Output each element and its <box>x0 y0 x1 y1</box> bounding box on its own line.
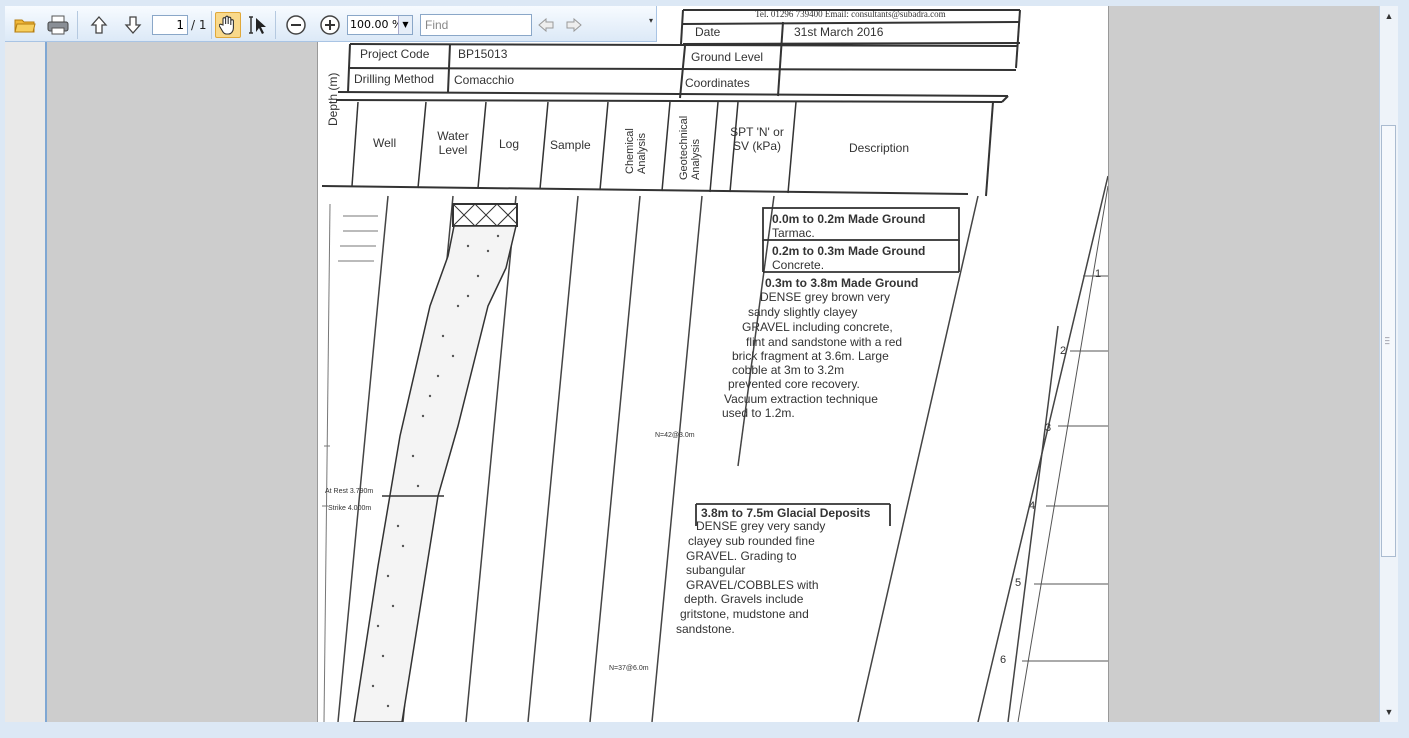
zoom-select[interactable]: 100.00 % ▼ <box>347 15 413 35</box>
stratum-4-line: gritstone, mudstone and <box>680 607 809 621</box>
project-code-value: BP15013 <box>458 47 508 61</box>
stratum-4-line: GRAVEL. Grading to <box>686 549 797 563</box>
stratum-2-text: Concrete. <box>772 258 825 272</box>
drilling-method-label: Drilling Method <box>354 72 435 86</box>
previous-page-icon[interactable] <box>86 12 112 38</box>
stratum-3-line: GRAVEL including concrete, <box>742 320 893 334</box>
zoom-in-icon[interactable] <box>317 12 343 38</box>
stratum-3-line: cobble at 3m to 3.2m <box>732 363 845 377</box>
col-depth: Depth (m) <box>326 72 340 126</box>
stratum-3-line: brick fragment at 3.6m. Large <box>732 349 889 363</box>
scroll-up-icon[interactable]: ▲ <box>1380 8 1398 24</box>
sidebar-panel[interactable] <box>5 42 47 722</box>
pdf-toolbar: 1 / 1 100.00 % ▼ Find ▾ <box>5 6 657 42</box>
grip-icon: ‒ ‒ ‒ <box>1385 333 1390 348</box>
contact-line: Tel. 01296 739400 Email: consultants@sub… <box>755 9 946 19</box>
depth-marker: 6 <box>1000 654 1007 666</box>
select-text-icon[interactable] <box>245 12 271 38</box>
date-label: Date <box>695 25 721 39</box>
coordinates-label: Coordinates <box>685 76 750 90</box>
col-log: Log <box>499 137 520 151</box>
zoom-value: 100.00 % <box>350 18 403 31</box>
find-previous-icon[interactable] <box>533 12 559 38</box>
stratum-3-title: 0.3m to 3.8m Made Ground <box>765 276 919 290</box>
stratum-3-line: DENSE grey brown very <box>760 290 891 304</box>
depth-marker: 4 <box>1029 500 1036 512</box>
stratum-4-line: GRAVEL/COBBLES with <box>686 578 819 592</box>
depth-marker: 1 <box>1095 268 1102 280</box>
stratum-3-line: Vacuum extraction technique <box>724 392 878 406</box>
stratum-4-line: sandstone. <box>676 622 735 636</box>
stratum-3-line: prevented core recovery. <box>728 377 860 391</box>
depth-marker: 2 <box>1060 345 1067 357</box>
spt-value: N=42@3.0m <box>655 432 695 439</box>
stratum-4-line: subangular <box>686 563 746 577</box>
col-water-level: Water Level <box>437 129 469 157</box>
print-icon[interactable] <box>45 12 71 38</box>
hand-tool-icon[interactable] <box>215 12 241 38</box>
toolbar-overflow-icon[interactable]: ▾ <box>649 16 657 42</box>
depth-marker: 5 <box>1015 577 1022 589</box>
scroll-down-icon[interactable]: ▼ <box>1380 704 1398 720</box>
col-geotechnical-analysis: Geotechnical Analysis <box>678 115 702 180</box>
date-value: 31st March 2016 <box>794 25 884 39</box>
stratum-4-title: 3.8m to 7.5m Glacial Deposits <box>701 506 871 520</box>
stratum-3-line: used to 1.2m. <box>722 406 795 420</box>
ground-level-label: Ground Level <box>691 50 764 64</box>
zoom-out-icon[interactable] <box>283 12 309 38</box>
stratum-1-text: Tarmac. <box>772 226 815 240</box>
stratum-4-line: depth. Gravels include <box>684 592 804 606</box>
find-next-icon[interactable] <box>561 12 587 38</box>
stratum-4-line: DENSE grey very sandy <box>696 519 826 533</box>
water-note: At Rest 3.790m <box>325 488 374 495</box>
stratum-3-line: sandy slightly clayey <box>748 305 858 319</box>
col-sample: Sample <box>550 138 591 152</box>
scroll-thumb[interactable]: ‒ ‒ ‒ <box>1381 125 1396 557</box>
drilling-method-value: Comacchio <box>454 73 515 87</box>
stratum-2-title: 0.2m to 0.3m Made Ground <box>772 244 926 258</box>
stratum-1-title: 0.0m to 0.2m Made Ground <box>772 212 926 226</box>
col-spt: SPT 'N' or SV (kPa) <box>730 125 784 153</box>
col-chemical-analysis: Chemical Analysis <box>624 128 648 174</box>
pdf-page: Tel. 01296 739400 Email: consultants@sub… <box>317 6 1109 722</box>
page-number-input[interactable]: 1 <box>152 15 188 35</box>
stratum-3-line: flint and sandstone with a red <box>746 335 903 349</box>
project-code-label: Project Code <box>360 47 430 61</box>
vertical-scrollbar[interactable]: ▲ ‒ ‒ ‒ ▼ <box>1379 6 1398 722</box>
water-note: Strike 4.000m <box>328 505 372 512</box>
open-folder-icon[interactable] <box>12 12 38 38</box>
col-well: Well <box>373 136 397 150</box>
find-input[interactable]: Find <box>420 14 532 36</box>
chevron-down-icon[interactable]: ▼ <box>398 16 412 34</box>
page-total: / 1 <box>191 18 207 32</box>
col-description: Description <box>849 141 910 155</box>
stratum-4-line: clayey sub rounded fine <box>688 534 815 548</box>
next-page-icon[interactable] <box>120 12 146 38</box>
spt-value: N=37@6.0m <box>609 665 649 672</box>
depth-marker: 3 <box>1045 422 1052 434</box>
